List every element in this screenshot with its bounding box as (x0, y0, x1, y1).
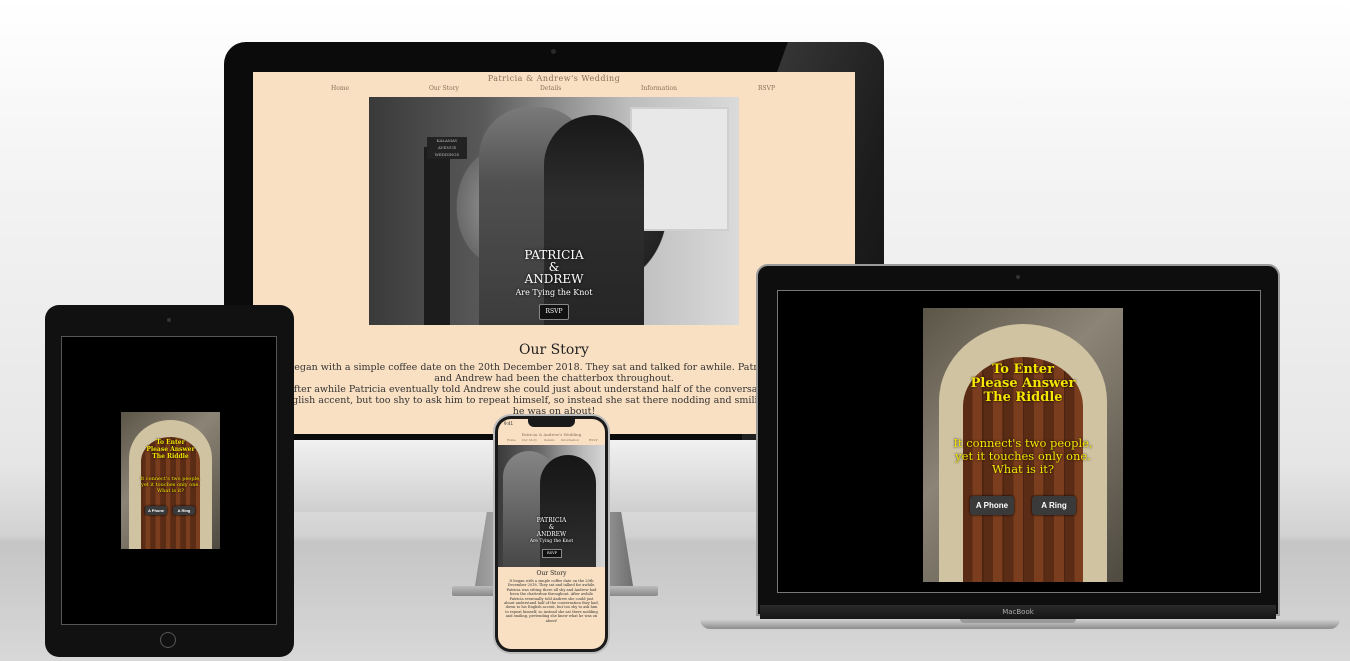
phone-status-time: 9:41 (504, 421, 513, 426)
riddle-question-line: What is it? (157, 488, 184, 494)
ipad-home-button[interactable] (160, 632, 176, 648)
hero-sign: KALAMAY AVENUE WEDDINGS (427, 137, 467, 159)
nav-bar: Home Our Story Details Information RSVP (498, 438, 605, 444)
phone-website-screen: 9:41 Patricia & Andrew's Wedding Home Ou… (498, 419, 605, 649)
phone-notch (528, 419, 575, 427)
site-title[interactable]: Patricia & Andrew's Wedding (498, 432, 605, 437)
imac-camera (551, 49, 556, 54)
riddle-question: It connect's two people, yet it touches … (121, 476, 220, 494)
riddle-title-line: To Enter (992, 362, 1054, 377)
answer-ring-button[interactable]: A Ring (173, 506, 195, 515)
nav-rsvp[interactable]: RSVP (589, 438, 598, 442)
story-text: It began with a simple coffee date on th… (504, 579, 599, 623)
riddle-title: To Enter Please Answer The Riddle (923, 363, 1123, 405)
hero-image: PATRICIA & ANDREW Are Tying the Knot RSV… (498, 445, 605, 567)
nav-home[interactable]: Home (331, 85, 349, 92)
nav-home[interactable]: Home (507, 438, 516, 442)
nav-information[interactable]: Information (561, 438, 579, 442)
riddle-question-line: What is it? (991, 462, 1055, 476)
hero-subtitle: Are Tying the Knot (529, 539, 574, 544)
riddle-door-image: To Enter Please Answer The Riddle It con… (923, 308, 1123, 582)
laptop-screen: To Enter Please Answer The Riddle It con… (777, 290, 1261, 593)
hero-name-1: PATRICIA (536, 517, 567, 524)
hero-name-2: ANDREW (524, 272, 584, 286)
nav-bar: Home Our Story Details Information RSVP (253, 85, 855, 95)
hero-ampersand: & (548, 524, 555, 531)
riddle-title: To Enter Please Answer The Riddle (121, 439, 220, 460)
riddle-title-line: Please Answer (146, 446, 195, 453)
hero-name-2: ANDREW (536, 531, 567, 538)
nav-details[interactable]: Details (544, 438, 555, 442)
hero-rsvp-button[interactable]: RSVP (539, 304, 569, 320)
laptop-notch (960, 619, 1076, 623)
hero-rsvp-button[interactable]: RSVP (542, 549, 562, 558)
ipad-screen: To Enter Please Answer The Riddle It con… (61, 336, 277, 625)
nav-rsvp[interactable]: RSVP (758, 85, 775, 92)
riddle-title-line: The Riddle (983, 390, 1063, 405)
nav-details[interactable]: Details (540, 85, 561, 92)
riddle-title-line: Please Answer (970, 376, 1076, 391)
nav-our-story[interactable]: Our Story (429, 85, 459, 92)
nav-information[interactable]: Information (641, 85, 677, 92)
riddle-door-image: To Enter Please Answer The Riddle It con… (121, 412, 220, 549)
answer-ring-button[interactable]: A Ring (1032, 496, 1076, 515)
answer-phone-button[interactable]: A Phone (145, 506, 167, 515)
riddle-question: It connect's two people, yet it touches … (923, 437, 1123, 476)
laptop-camera (1016, 275, 1020, 279)
riddle-title-line: The Riddle (152, 453, 189, 460)
story-heading: Our Story (536, 570, 567, 577)
site-title[interactable]: Patricia & Andrew's Wedding (253, 74, 855, 83)
laptop-brand-label: MacBook (760, 605, 1276, 619)
hero-subtitle: Are Tying the Knot (515, 288, 593, 297)
ipad-camera (167, 318, 171, 322)
hero-bedpost (424, 147, 450, 325)
riddle-title-line: To Enter (156, 439, 185, 446)
hero-image: KALAMAY AVENUE WEDDINGS PATRICIA & ANDRE… (369, 97, 739, 325)
hero-wall-panel (630, 107, 729, 231)
answer-phone-button[interactable]: A Phone (970, 496, 1014, 515)
nav-our-story[interactable]: Our Story (522, 438, 537, 442)
